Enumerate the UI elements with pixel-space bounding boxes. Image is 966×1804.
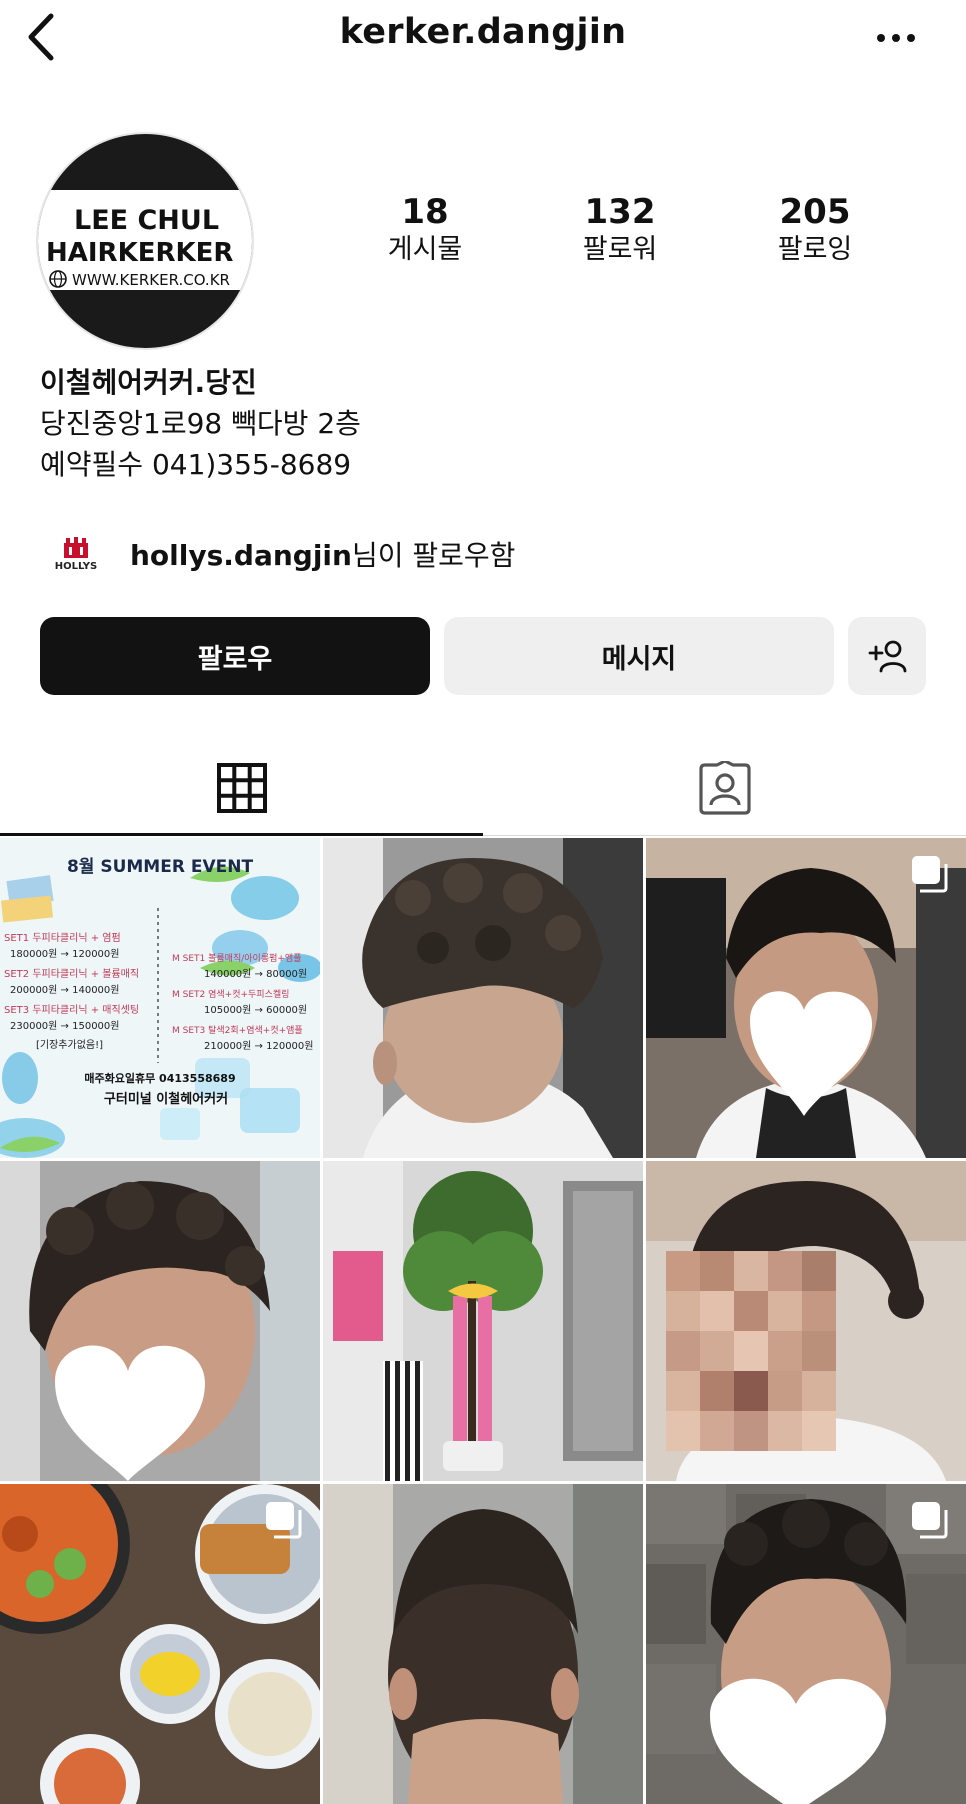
avatar-brand-line1: LEE CHUL (74, 205, 219, 236)
more-options-button[interactable] (866, 20, 926, 56)
followed-by-suffix: 님이 팔로우함 (351, 539, 516, 572)
tab-tagged[interactable] (483, 740, 966, 836)
event-left-price2: 200000원 → 140000원 (10, 984, 119, 996)
tab-posts-grid[interactable] (0, 740, 483, 836)
avatar-url: WWW.KERKER.CO.KR (72, 271, 230, 289)
following-count[interactable]: 205 팔로잉 (730, 192, 900, 268)
post-thumbnail-flower-stand[interactable] (323, 1161, 643, 1481)
post-thumbnail-back-of-head[interactable] (323, 1484, 643, 1804)
bio-address: 당진중앙1로98 빽다방 2층 (40, 407, 361, 440)
message-button[interactable]: 메시지 (444, 617, 834, 695)
hollys-logo-text: HOLLYS (54, 560, 98, 572)
hollys-avatar: HOLLYS (40, 525, 112, 583)
event-footer2: 구터미널 이철헤어커커 (104, 1091, 228, 1107)
event-left-note: [기장추가없음!] (36, 1038, 103, 1051)
event-right-set2: M SET2 염색+컷+두피스켈링 (172, 988, 289, 1000)
tagged-person-icon (698, 761, 751, 815)
event-left-set1: SET1 두피타클리닉 + 염펌 (4, 932, 121, 944)
event-right-price2: 105000원 → 60000원 (204, 1004, 307, 1016)
top-bar: kerker.dangjin (0, 0, 966, 76)
avatar-brand-line2: HAIRKERKER (46, 238, 233, 268)
followed-by-row[interactable]: HOLLYS hollys.dangjin님이 팔로우함 (40, 525, 515, 583)
followers-count-value: 132 (584, 192, 656, 232)
post-thumbnail-event[interactable]: 8월 SUMMER EVENT SET1 두피타클리닉 + 염펌 180000원… (0, 838, 320, 1158)
posts-count[interactable]: 18 게시물 (340, 192, 510, 268)
profile-display-name: 이철헤어커커.당진 (40, 366, 257, 399)
bio-phone: 예약필수 041)355-8689 (40, 448, 352, 481)
post-thumbnail-man-heart-3[interactable] (646, 1484, 966, 1804)
suggested-users-button[interactable] (848, 617, 926, 695)
followed-by-text: hollys.dangjin님이 팔로우함 (130, 534, 515, 574)
post-thumbnail-man-heart-1[interactable] (646, 838, 966, 1158)
multi-post-icon (912, 1502, 948, 1539)
following-count-value: 205 (779, 192, 851, 232)
following-count-label: 팔로잉 (777, 234, 853, 265)
event-footer1: 매주화요일휴무 0413558689 (84, 1071, 235, 1085)
profile-avatar[interactable]: LEE CHUL HAIRKERKER WWW.KERKER.CO.KR (38, 134, 252, 348)
post-thumbnail-child-haircut[interactable] (646, 1161, 966, 1481)
post-thumbnail-man-heart-2[interactable] (0, 1161, 320, 1481)
profile-bio: 이철헤어커커.당진 당진중앙1로98 빽다방 2층 예약필수 041)355-8… (40, 362, 361, 485)
active-tab-indicator (0, 833, 483, 836)
event-right-price1: 140000원 → 80000원 (204, 968, 307, 980)
event-right-price3: 210000원 → 120000원 (204, 1040, 313, 1052)
profile-tabs (0, 740, 966, 836)
post-thumbnail-food[interactable] (0, 1484, 320, 1804)
add-person-icon (868, 640, 907, 673)
followers-count-label: 팔로워 (582, 234, 658, 265)
multi-post-icon (912, 856, 948, 893)
posts-count-label: 게시물 (387, 234, 463, 265)
grid-icon (216, 763, 267, 813)
profile-username: kerker.dangjin (339, 12, 627, 52)
more-dots-icon (877, 34, 915, 42)
follow-button[interactable]: 팔로우 (40, 617, 430, 695)
followed-by-username[interactable]: hollys.dangjin (130, 539, 352, 572)
hollys-logo-icon (64, 536, 88, 558)
event-right-set3: M SET3 탈색2회+염색+컷+앰플 (172, 1024, 303, 1036)
event-title: 8월 SUMMER EVENT (67, 857, 254, 877)
event-left-set3: SET3 두피타클리닉 + 매직셋팅 (4, 1004, 139, 1016)
event-left-set2: SET2 두피타클리닉 + 볼륨매직 (4, 968, 139, 980)
multi-post-icon (266, 1502, 302, 1539)
event-left-price3: 230000원 → 150000원 (10, 1020, 119, 1032)
post-thumbnail-curly-hair[interactable] (323, 838, 643, 1158)
profile-stats: 18 게시물 132 팔로워 205 팔로잉 (340, 192, 900, 268)
followers-count[interactable]: 132 팔로워 (535, 192, 705, 268)
posts-count-value: 18 (401, 192, 449, 232)
event-left-price1: 180000원 → 120000원 (10, 948, 119, 960)
event-right-set1: M SET1 볼륨매직/아이롱펌+앰플 (172, 952, 301, 964)
